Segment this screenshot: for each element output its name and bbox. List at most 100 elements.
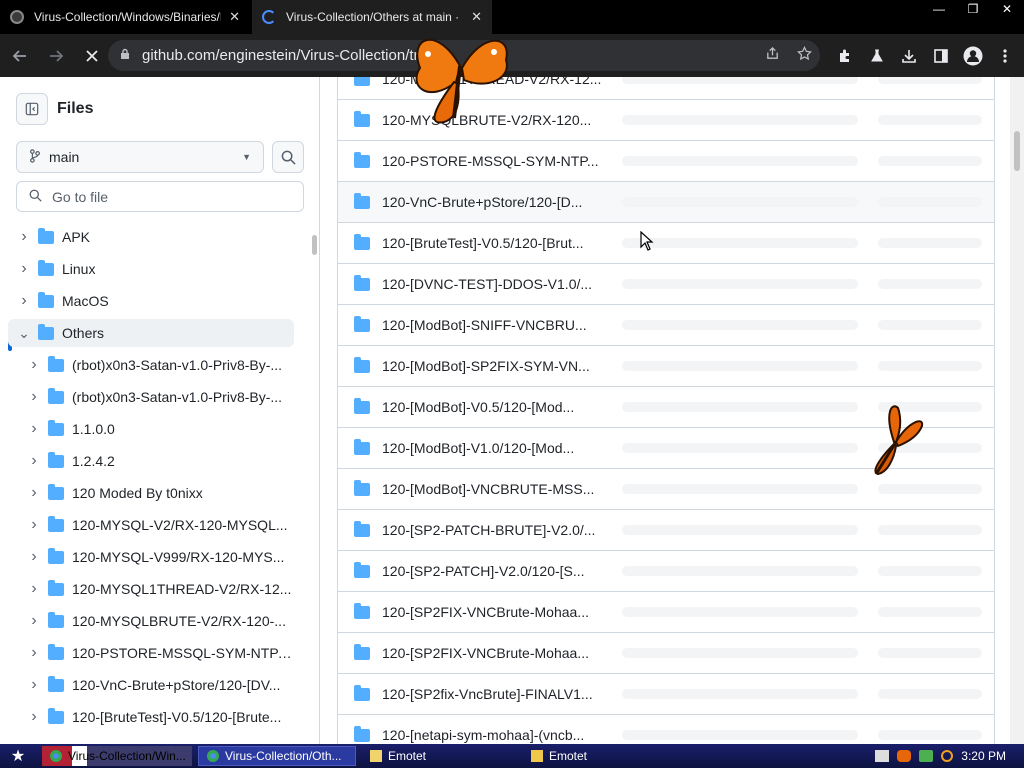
commit-date-placeholder xyxy=(878,115,982,125)
file-name-link[interactable]: 120-[ModBot]-SNIFF-VNCBRU... xyxy=(382,317,602,333)
minimize-button[interactable]: — xyxy=(922,0,956,18)
commit-message-placeholder xyxy=(622,689,858,699)
file-name-link[interactable]: 120-[ModBot]-V0.5/120-[Mod... xyxy=(382,399,602,415)
search-tray-icon[interactable] xyxy=(941,750,954,762)
file-name-link[interactable]: 120-[SP2fix-VncBrute]-FINALV1... xyxy=(382,686,602,702)
chevron-right-icon[interactable]: › xyxy=(16,292,32,310)
restore-button[interactable]: ❐ xyxy=(956,0,990,18)
start-button[interactable]: ★ xyxy=(0,744,36,768)
network-icon[interactable] xyxy=(919,750,934,762)
tree-item[interactable]: › 120-VnC-Brute+pStore/120-[DV... xyxy=(8,671,294,699)
search-button[interactable] xyxy=(272,141,304,173)
file-row[interactable]: 120-[SP2-PATCH]-V2.0/120-[S... xyxy=(338,551,994,592)
file-row[interactable]: 120-[ModBot]-SNIFF-VNCBRU... xyxy=(338,305,994,346)
chevron-right-icon[interactable]: › xyxy=(26,388,42,406)
file-name-link[interactable]: 120-PSTORE-MSSQL-SYM-NTP... xyxy=(382,153,602,169)
sidebar-scrollbar[interactable] xyxy=(311,227,319,744)
file-row[interactable]: 120-PSTORE-MSSQL-SYM-NTP... xyxy=(338,141,994,182)
branch-selector[interactable]: main ▼ xyxy=(16,141,264,173)
commit-date-placeholder xyxy=(878,197,982,207)
tree-item[interactable]: › APK xyxy=(8,223,294,251)
file-name-link[interactable]: 120-[SP2FIX-VNCBrute-Mohaa... xyxy=(382,604,602,620)
tree-item[interactable]: › Linux xyxy=(8,255,294,283)
file-row[interactable]: 120-[SP2fix-VncBrute]-FINALV1... xyxy=(338,674,994,715)
file-name-link[interactable]: 120-[ModBot]-VNCBRUTE-MSS... xyxy=(382,481,602,497)
file-name-link[interactable]: 120-VnC-Brute+pStore/120-[D... xyxy=(382,194,602,210)
chevron-down-icon[interactable]: ⌄ xyxy=(16,325,32,342)
commit-date-placeholder xyxy=(878,484,982,494)
taskbar-item-emotet-1[interactable]: Emotet xyxy=(362,746,517,766)
taskbar-item-browser-2[interactable]: Virus-Collection/Oth... xyxy=(198,746,356,766)
download-icon[interactable] xyxy=(896,40,922,71)
chevron-right-icon[interactable]: › xyxy=(26,356,42,374)
file-row[interactable]: 120-[ModBot]-SP2FIX-SYM-VN... xyxy=(338,346,994,387)
file-row[interactable]: 120-[SP2-PATCH-BRUTE]-V2.0/... xyxy=(338,510,994,551)
commit-date-placeholder xyxy=(878,279,982,289)
chevron-right-icon[interactable]: › xyxy=(26,548,42,566)
collapse-sidebar-button[interactable] xyxy=(16,93,48,125)
stop-button[interactable] xyxy=(76,40,108,72)
file-row[interactable]: 120-[DVNC-TEST]-DDOS-V1.0/... xyxy=(338,264,994,305)
chevron-right-icon[interactable]: › xyxy=(16,260,32,278)
file-name-link[interactable]: 120-[netapi-sym-mohaa]-(vncb... xyxy=(382,727,602,743)
scrollbar-thumb[interactable] xyxy=(312,235,317,255)
taskbar-item-emotet-2[interactable]: Emotet xyxy=(523,746,678,766)
tree-item[interactable]: › 1.2.4.2 xyxy=(8,447,294,475)
menu-kebab-icon[interactable] xyxy=(992,40,1018,71)
butterfly-tray-icon[interactable] xyxy=(897,750,912,762)
file-row[interactable]: 120-[BruteTest]-V0.5/120-[Brut... xyxy=(338,223,994,264)
file-name-link[interactable]: 120-[DVNC-TEST]-DDOS-V1.0/... xyxy=(382,276,602,292)
tree-item[interactable]: › 120-PSTORE-MSSQL-SYM-NTPA... xyxy=(8,639,294,667)
tree-item[interactable]: › 120-MYSQLBRUTE-V2/RX-120-... xyxy=(8,607,294,635)
tab-windows-binaries[interactable]: Virus-Collection/Windows/Binaries/R ✕ xyxy=(0,0,250,34)
keyboard-icon[interactable] xyxy=(875,750,890,762)
tree-item[interactable]: › 120-[BruteTest]-V0.5/120-[Brute... xyxy=(8,703,294,731)
chevron-right-icon[interactable]: › xyxy=(26,484,42,502)
chevron-right-icon[interactable]: › xyxy=(26,676,42,694)
tree-item[interactable]: › 120-MYSQL-V2/RX-120-MYSQL... xyxy=(8,511,294,539)
file-name-link[interactable]: 120-[SP2-PATCH-BRUTE]-V2.0/... xyxy=(382,522,602,538)
tree-item[interactable]: ⌄ Others xyxy=(8,319,294,347)
chevron-right-icon[interactable]: › xyxy=(16,228,32,246)
chevron-right-icon[interactable]: › xyxy=(26,708,42,726)
labs-flask-icon[interactable] xyxy=(864,40,890,71)
file-row[interactable]: 120-[SP2FIX-VNCBrute-Mohaa... xyxy=(338,592,994,633)
chevron-right-icon[interactable]: › xyxy=(26,612,42,630)
file-row[interactable]: 120-VnC-Brute+pStore/120-[D... xyxy=(338,182,994,223)
commit-message-placeholder xyxy=(622,525,858,535)
tree-item[interactable]: › 1.1.0.0 xyxy=(8,415,294,443)
tree-item[interactable]: › 120-MYSQL-V999/RX-120-MYS... xyxy=(8,543,294,571)
tree-item[interactable]: › (rbot)x0n3-Satan-v1.0-Priv8-By-... xyxy=(8,351,294,379)
file-name-link[interactable]: 120-[BruteTest]-V0.5/120-[Brut... xyxy=(382,235,602,251)
forward-button[interactable] xyxy=(40,40,72,72)
close-tab-icon[interactable]: ✕ xyxy=(471,9,482,25)
file-name-link[interactable]: 120-[ModBot]-SP2FIX-SYM-VN... xyxy=(382,358,602,374)
close-tab-icon[interactable]: ✕ xyxy=(229,9,240,25)
tree-item[interactable]: › MacOS xyxy=(8,287,294,315)
file-name-link[interactable]: 120-[SP2-PATCH]-V2.0/120-[S... xyxy=(382,563,602,579)
side-panel-icon[interactable] xyxy=(928,40,954,71)
chevron-right-icon[interactable]: › xyxy=(26,420,42,438)
scrollbar-thumb[interactable] xyxy=(1014,131,1020,171)
go-to-file-input[interactable]: Go to file xyxy=(16,181,304,212)
tree-item[interactable]: › (rbot)x0n3-Satan-v1.0-Priv8-By-... xyxy=(8,383,294,411)
back-button[interactable] xyxy=(4,40,36,72)
commit-message-placeholder xyxy=(622,484,858,494)
chevron-right-icon[interactable]: › xyxy=(26,644,42,662)
file-row[interactable]: 120-[netapi-sym-mohaa]-(vncb... xyxy=(338,715,994,744)
close-window-button[interactable]: ✕ xyxy=(990,0,1024,18)
chevron-right-icon[interactable]: › xyxy=(26,516,42,534)
page-scrollbar[interactable] xyxy=(1010,77,1024,744)
chevron-right-icon[interactable]: › xyxy=(26,452,42,470)
file-name-link[interactable]: 120-[SP2FIX-VNCBrute-Mohaa... xyxy=(382,645,602,661)
file-row[interactable]: 120-[SP2FIX-VNCBrute-Mohaa... xyxy=(338,633,994,674)
share-icon[interactable] xyxy=(756,46,788,65)
file-name-link[interactable]: 120-[ModBot]-V1.0/120-[Mod... xyxy=(382,440,602,456)
tree-item[interactable]: › 120 Moded By t0nixx xyxy=(8,479,294,507)
extensions-puzzle-icon[interactable] xyxy=(832,40,858,71)
profile-avatar-icon[interactable] xyxy=(960,40,986,71)
chevron-right-icon[interactable]: › xyxy=(26,580,42,598)
bookmark-star-icon[interactable] xyxy=(788,45,820,65)
tree-item[interactable]: › 120-MYSQL1THREAD-V2/RX-12... xyxy=(8,575,294,603)
taskbar-item-browser-1[interactable]: Virus-Collection/Win... xyxy=(42,746,192,766)
